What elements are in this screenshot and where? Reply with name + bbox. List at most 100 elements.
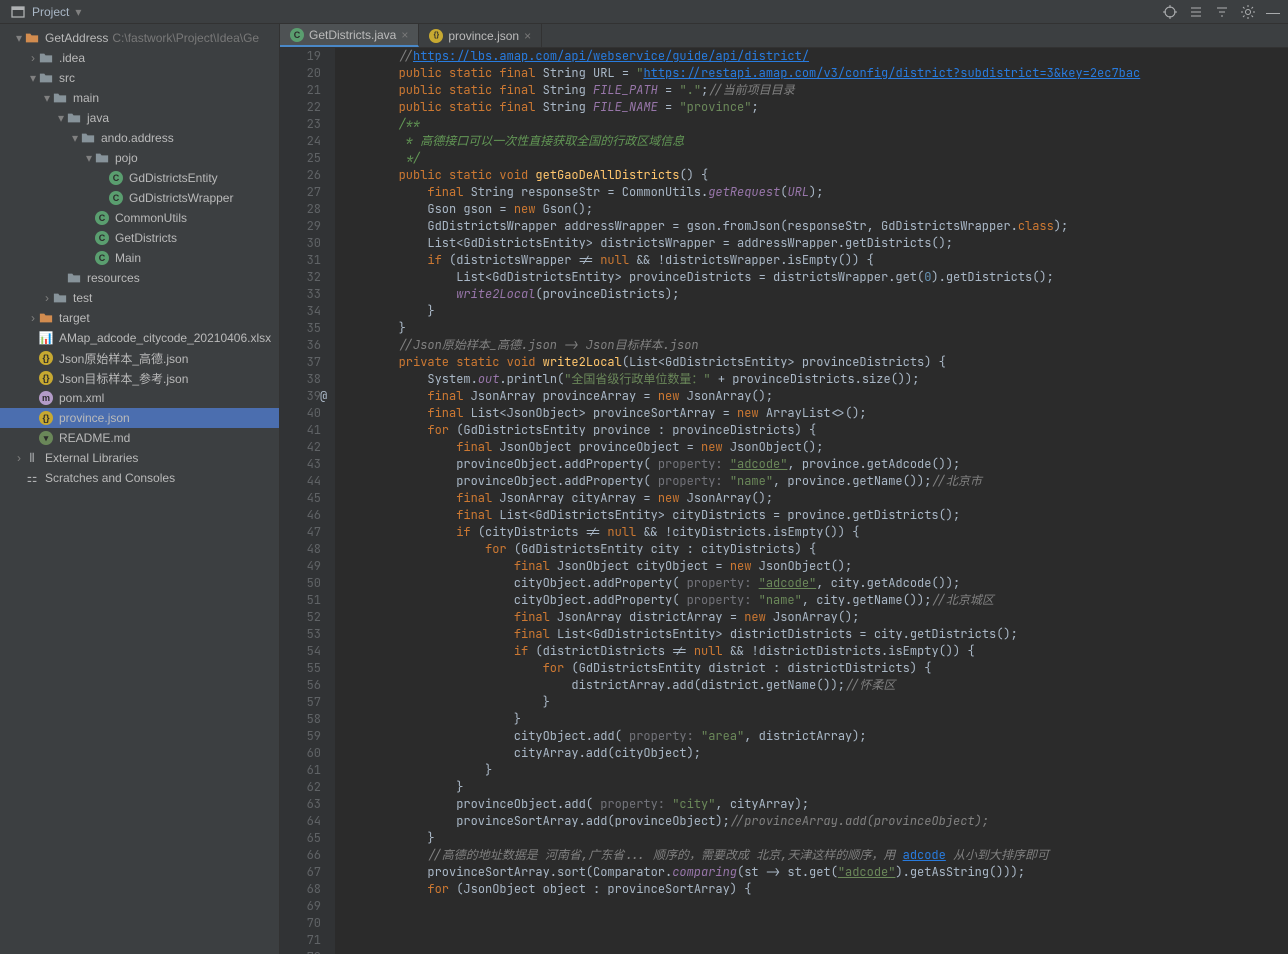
project-tree-panel: ▾ GetAddress C:\fastwork\Project\Idea\Ge ›.… <box>0 24 280 954</box>
tree-node-icon: {} <box>38 410 54 426</box>
tab-label: province.json <box>448 29 519 43</box>
collapse-icon[interactable] <box>1214 4 1230 20</box>
line-number: 28 <box>280 201 321 218</box>
code-line: for (GdDistrictsEntity province : provin… <box>341 422 1288 439</box>
file-xlsx[interactable]: 📊AMap_adcode_citycode_20210406.xlsx <box>0 328 279 348</box>
code-line: } <box>341 303 1288 320</box>
code-line: provinceObject.add( property: "city", ci… <box>341 796 1288 813</box>
code-line: //https://lbs.amap.com/api/webservice/gu… <box>341 48 1288 65</box>
tree-node-icon <box>38 50 54 66</box>
code-content[interactable]: //https://lbs.amap.com/api/webservice/gu… <box>335 48 1288 954</box>
code-editor[interactable]: 1920212223242526272829303132333435363738… <box>280 48 1288 954</box>
package-pojo[interactable]: ▾pojo <box>0 148 279 168</box>
expand-icon[interactable] <box>1188 4 1204 20</box>
java-class-icon: C <box>290 28 304 42</box>
tree-arrow-icon: › <box>28 311 38 325</box>
class-getdistricts[interactable]: CGetDistricts <box>0 228 279 248</box>
tree-node-icon: m <box>38 390 54 406</box>
settings-icon[interactable] <box>1240 4 1256 20</box>
locate-icon[interactable] <box>1162 4 1178 20</box>
code-line: public static void getGaoDeAllDistricts(… <box>341 167 1288 184</box>
line-number: 56 <box>280 677 321 694</box>
file-readme[interactable]: ▾README.md <box>0 428 279 448</box>
close-icon[interactable]: × <box>401 28 408 42</box>
line-number: 32 <box>280 269 321 286</box>
folder-src[interactable]: ▾src <box>0 68 279 88</box>
tree-label: GetAddress <box>45 31 108 45</box>
code-line: public static final String URL = "https:… <box>341 65 1288 82</box>
code-line: for (GdDistrictsEntity city : cityDistri… <box>341 541 1288 558</box>
package-ando[interactable]: ▾ando.address <box>0 128 279 148</box>
tab-getdistricts[interactable]: C GetDistricts.java × <box>280 24 419 47</box>
tree-label: Json目标样本_参考.json <box>59 370 188 387</box>
file-province[interactable]: {} province.json <box>0 408 279 428</box>
tree-node-icon <box>38 310 54 326</box>
folder-java[interactable]: ▾java <box>0 108 279 128</box>
line-number: 54 <box>280 643 321 660</box>
class-entity[interactable]: CGdDistrictsEntity <box>0 168 279 188</box>
line-number: 66 <box>280 847 321 864</box>
scratches[interactable]: ⚏Scratches and Consoles <box>0 468 279 488</box>
line-number: 23 <box>280 116 321 133</box>
tree-path: C:\fastwork\Project\Idea\Ge <box>112 31 259 45</box>
code-line: if (districtDistricts != null && !distri… <box>341 643 1288 660</box>
tree-node-icon: {} <box>38 350 54 366</box>
folder-test[interactable]: › test <box>0 288 279 308</box>
code-line: } <box>341 830 1288 847</box>
tree-node-icon <box>38 70 54 86</box>
code-line: final List<JsonObject> provinceSortArray… <box>341 405 1288 422</box>
tree-arrow-icon: ▾ <box>70 131 80 145</box>
line-number: 63 <box>280 796 321 813</box>
line-number: 53 <box>280 626 321 643</box>
folder-target[interactable]: ›target <box>0 308 279 328</box>
code-line: if (districtsWrapper != null && !distric… <box>341 252 1288 269</box>
class-wrapper[interactable]: CGdDistrictsWrapper <box>0 188 279 208</box>
file-pom[interactable]: mpom.xml <box>0 388 279 408</box>
class-common[interactable]: CCommonUtils <box>0 208 279 228</box>
line-number: 33 <box>280 286 321 303</box>
line-number: 25 <box>280 150 321 167</box>
code-line: */ <box>341 150 1288 167</box>
code-line: * 高德接口可以一次性直接获取全国的行政区域信息 <box>341 133 1288 150</box>
code-line: cityArray.add(cityObject); <box>341 745 1288 762</box>
close-icon[interactable]: × <box>524 29 531 43</box>
code-line: public static final String FILE_PATH = "… <box>341 82 1288 99</box>
code-line: if (cityDistricts != null && !cityDistri… <box>341 524 1288 541</box>
tree-node-icon <box>66 110 82 126</box>
tree-node-icon <box>66 270 82 286</box>
folder-main[interactable]: ▾main <box>0 88 279 108</box>
line-number: 48 <box>280 541 321 558</box>
line-number: @39 <box>280 388 321 405</box>
code-line: for (JsonObject object : provinceSortArr… <box>341 881 1288 898</box>
tree-node-icon <box>52 90 68 106</box>
tab-province-json[interactable]: {} province.json × <box>419 24 542 47</box>
tree-node-icon: ▾ <box>38 430 54 446</box>
tree-arrow-icon: › <box>42 291 52 305</box>
folder-resources[interactable]: resources <box>0 268 279 288</box>
code-line: List<GdDistrictsEntity> districtsWrapper… <box>341 235 1288 252</box>
line-number: 40 <box>280 405 321 422</box>
line-number: 22 <box>280 99 321 116</box>
line-number: 38 <box>280 371 321 388</box>
project-root[interactable]: ▾GetAddressC:\fastwork\Project\Idea\Ge <box>0 28 279 48</box>
code-line: } <box>341 320 1288 337</box>
tree-label: GdDistrictsWrapper <box>129 191 233 205</box>
code-line: provinceObject.addProperty( property: "a… <box>341 456 1288 473</box>
code-line: } <box>341 762 1288 779</box>
hide-icon[interactable]: — <box>1266 4 1280 20</box>
file-json2[interactable]: {}Json目标样本_参考.json <box>0 368 279 388</box>
tree-label: province.json <box>59 411 130 425</box>
tree-label: java <box>87 111 109 125</box>
tree-arrow-icon: ▾ <box>84 151 94 165</box>
tree-label: test <box>73 291 92 305</box>
line-number: 47 <box>280 524 321 541</box>
tree-label: Scratches and Consoles <box>45 471 175 485</box>
folder-idea[interactable]: ›.idea <box>0 48 279 68</box>
external-libraries[interactable]: ›⫴External Libraries <box>0 448 279 468</box>
file-json1[interactable]: {}Json原始样本_高德.json <box>0 348 279 368</box>
tree-node-icon <box>80 130 96 146</box>
code-line: final JsonArray districtArray = new Json… <box>341 609 1288 626</box>
class-main[interactable]: CMain <box>0 248 279 268</box>
line-number: 27 <box>280 184 321 201</box>
project-tool-button[interactable]: Project ▾ <box>0 0 91 23</box>
